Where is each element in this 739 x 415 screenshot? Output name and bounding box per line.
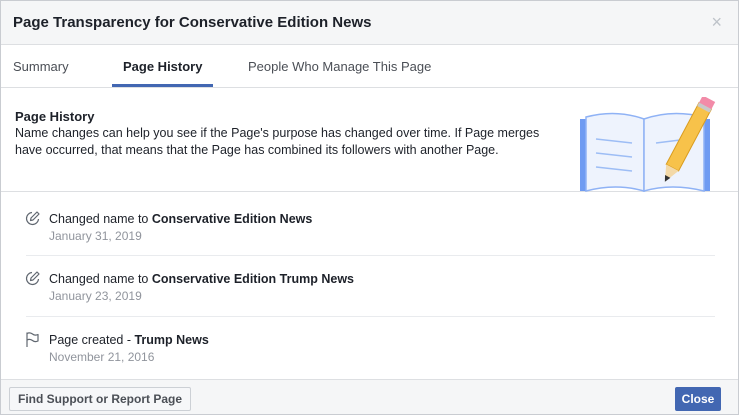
tab-people-who-manage[interactable]: People Who Manage This Page: [248, 59, 431, 74]
tab-page-history[interactable]: Page History: [123, 59, 202, 74]
book-pencil-illustration: [580, 97, 716, 192]
tab-bar: Summary Page History People Who Manage T…: [1, 46, 738, 88]
tab-summary[interactable]: Summary: [13, 59, 69, 74]
history-entry-date: November 21, 2016: [49, 350, 155, 364]
find-support-report-button[interactable]: Find Support or Report Page: [9, 387, 191, 411]
history-entry-action: Changed name to: [49, 272, 152, 286]
section-description: Name changes can help you see if the Pag…: [15, 126, 540, 157]
section-heading: Page History: [15, 109, 95, 124]
history-entry-action: Changed name to: [49, 212, 152, 226]
active-tab-indicator: [112, 84, 213, 87]
dialog-title: Page Transparency for Conservative Editi…: [13, 14, 372, 31]
history-entry-date: January 23, 2019: [49, 289, 142, 303]
dialog-header: Page Transparency for Conservative Editi…: [1, 1, 738, 45]
history-entry-text: Page created - Trump News: [49, 333, 209, 347]
history-entry-action: Page created -: [49, 333, 135, 347]
history-entry: Changed name to Conservative Edition Tru…: [15, 269, 715, 331]
history-entry: Changed name to Conservative Edition New…: [15, 209, 715, 271]
history-entry-date: January 31, 2019: [49, 229, 142, 243]
close-button[interactable]: Close: [675, 387, 721, 411]
edit-icon: [25, 211, 40, 226]
divider: [26, 316, 715, 317]
close-icon[interactable]: ×: [711, 13, 722, 31]
page-history-intro: Page History Name changes can help you s…: [1, 89, 738, 192]
history-entry-text: Changed name to Conservative Edition New…: [49, 212, 312, 226]
divider: [26, 255, 715, 256]
history-entry-text: Changed name to Conservative Edition Tru…: [49, 272, 354, 286]
history-entry-name: Conservative Edition News: [151, 212, 313, 226]
flag-icon: [26, 332, 39, 347]
dialog-footer: Find Support or Report Page Close: [1, 379, 738, 414]
edit-icon: [25, 271, 40, 286]
history-entry-name: Trump News: [134, 333, 209, 347]
page-transparency-dialog: Page Transparency for Conservative Editi…: [0, 0, 739, 415]
history-entry-name: Conservative Edition Trump News: [151, 272, 354, 286]
